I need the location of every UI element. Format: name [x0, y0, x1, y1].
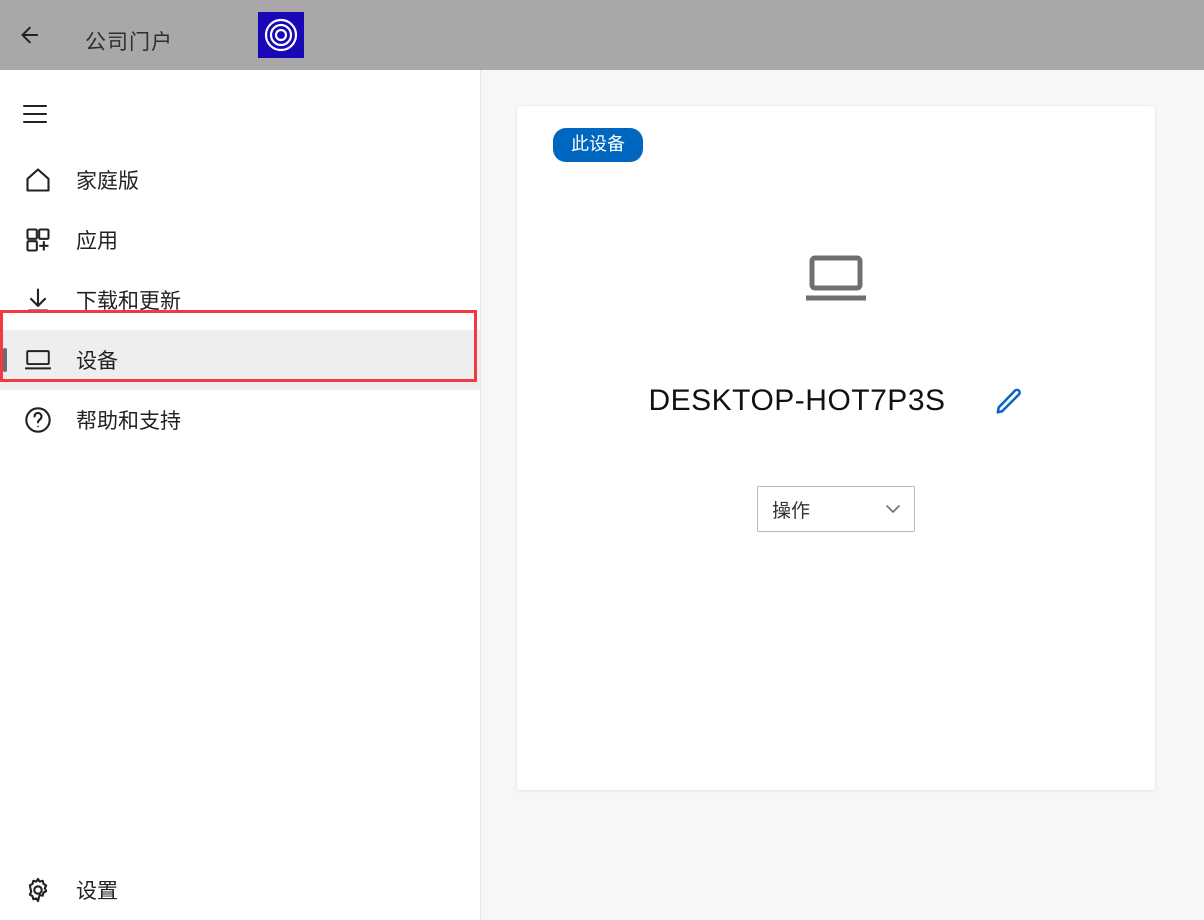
- this-device-badge: 此设备: [553, 128, 643, 162]
- action-dropdown-label: 操作: [772, 496, 810, 523]
- spiral-logo-icon: [263, 17, 299, 53]
- pencil-icon: [994, 386, 1024, 416]
- device-name: DESKTOP-HOT7P3S: [648, 384, 945, 418]
- chevron-down-icon: [884, 500, 902, 518]
- device-large-icon: [802, 254, 870, 307]
- sidebar-item-label: 设置: [76, 875, 118, 905]
- home-icon: [24, 166, 52, 194]
- sidebar-item-settings[interactable]: 设置: [0, 860, 480, 920]
- device-name-row: DESKTOP-HOT7P3S: [517, 384, 1155, 418]
- sidebar-item-label: 家庭版: [76, 165, 139, 195]
- back-arrow-icon: [17, 24, 39, 46]
- app-logo: [258, 12, 304, 58]
- help-icon: [24, 406, 52, 434]
- download-icon: [24, 286, 52, 314]
- back-button[interactable]: [0, 0, 56, 70]
- sidebar-item-help[interactable]: 帮助和支持: [0, 390, 480, 450]
- sidebar: 家庭版 应用: [0, 70, 481, 920]
- apps-icon: [24, 226, 52, 254]
- sidebar-item-label: 设备: [76, 345, 118, 375]
- action-dropdown[interactable]: 操作: [757, 486, 915, 532]
- sidebar-item-apps[interactable]: 应用: [0, 210, 480, 270]
- sidebar-item-devices[interactable]: 设备: [0, 330, 480, 390]
- gear-icon: [24, 876, 52, 904]
- sidebar-item-label: 帮助和支持: [76, 405, 181, 435]
- sidebar-item-downloads[interactable]: 下载和更新: [0, 270, 480, 330]
- title-bar: 公司门户: [0, 0, 1204, 70]
- nav-list: 家庭版 应用: [0, 150, 480, 450]
- device-card: 此设备 DESKTOP-HOT7P3S 操作: [517, 106, 1155, 790]
- sidebar-item-home[interactable]: 家庭版: [0, 150, 480, 210]
- app-title: 公司门户: [85, 26, 173, 56]
- sidebar-item-label: 下载和更新: [76, 285, 181, 315]
- edit-device-name-button[interactable]: [994, 386, 1024, 416]
- body-area: 家庭版 应用: [0, 70, 1204, 920]
- device-icon: [24, 346, 52, 374]
- main-content: 此设备 DESKTOP-HOT7P3S 操作: [481, 70, 1204, 920]
- sidebar-item-label: 应用: [76, 225, 118, 255]
- hamburger-button[interactable]: [0, 84, 70, 144]
- hamburger-icon: [23, 104, 47, 124]
